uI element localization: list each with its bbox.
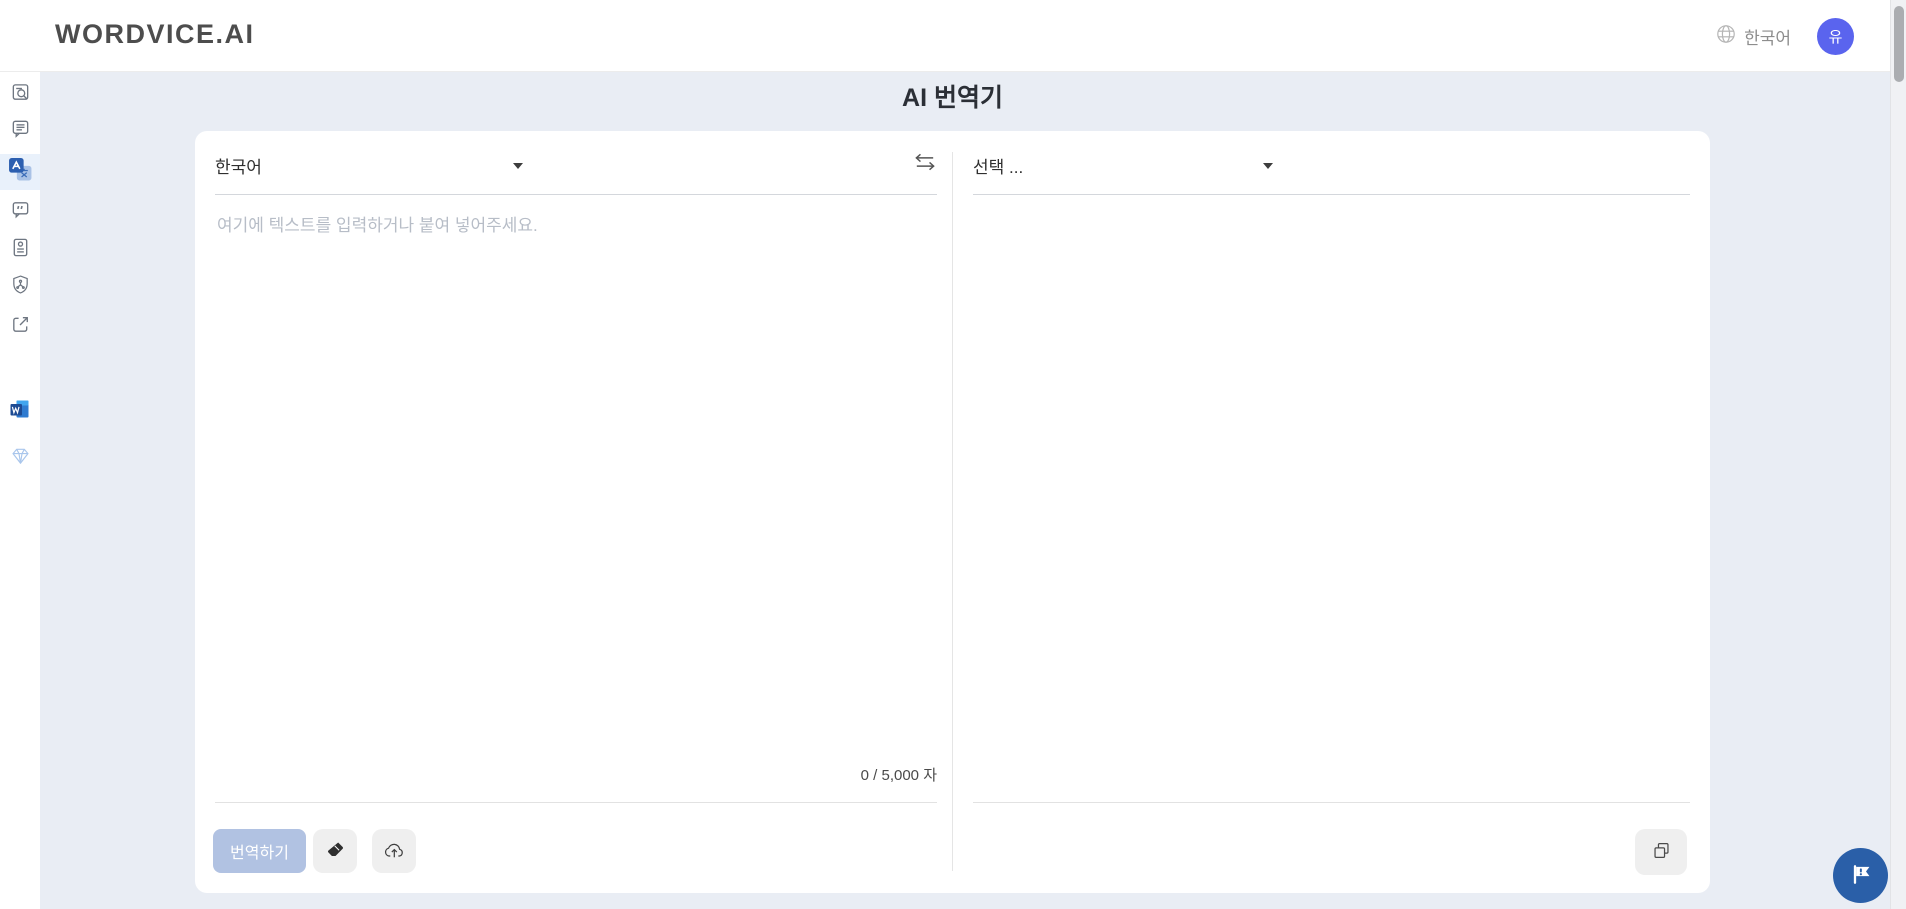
target-language-value: 선택 ... xyxy=(973,157,1024,177)
avatar-initial: 유 xyxy=(1828,28,1843,46)
copy-icon xyxy=(1652,841,1671,863)
document-search-icon xyxy=(10,82,31,108)
sidebar-item-document-profile[interactable] xyxy=(0,232,40,268)
flag-exclamation-icon xyxy=(1847,861,1874,891)
sidebar-item-ms-word[interactable] xyxy=(0,393,40,429)
source-language-value: 한국어 xyxy=(215,157,262,177)
sidebar-item-external-link[interactable] xyxy=(0,309,40,345)
scrollbar-track[interactable] xyxy=(1890,0,1906,909)
wordvice-logo[interactable]: WORDVICE.AI xyxy=(55,19,255,50)
translate-button[interactable]: 번역하기 xyxy=(213,829,306,873)
eraser-icon xyxy=(326,840,345,862)
translator-card: 한국어 선택 ... 0 / 5,000 자 번역하기 xyxy=(195,131,1710,893)
sidebar-item-chat-lines[interactable] xyxy=(0,113,40,149)
feedback-button[interactable] xyxy=(1833,848,1888,903)
ms-word-icon xyxy=(9,398,31,425)
char-counter: 0 / 5,000 자 xyxy=(860,767,937,784)
shield-icon xyxy=(10,274,31,300)
clear-text-button[interactable] xyxy=(313,829,357,873)
swap-languages-button[interactable] xyxy=(909,150,941,178)
user-avatar[interactable]: 유 xyxy=(1817,17,1854,55)
source-language-select[interactable]: 한국어 xyxy=(215,147,523,183)
swap-arrows-icon xyxy=(913,152,937,177)
external-link-icon xyxy=(10,314,31,340)
ui-language-selector[interactable]: 한국어 xyxy=(1716,24,1791,49)
ui-language-label: 한국어 xyxy=(1744,28,1791,48)
top-header: WORDVICE.AI 한국어 유 xyxy=(0,0,1906,72)
sidebar-item-shield[interactable] xyxy=(0,269,40,305)
source-bottom-line xyxy=(215,802,937,803)
source-text-input[interactable] xyxy=(215,207,937,757)
source-select-underline xyxy=(215,194,937,195)
upload-file-button[interactable] xyxy=(372,829,416,873)
target-select-underline xyxy=(973,194,1690,195)
chevron-down-icon xyxy=(513,163,523,169)
target-language-select[interactable]: 선택 ... xyxy=(973,147,1273,183)
globe-icon xyxy=(1716,24,1736,49)
sidebar-item-document-search[interactable] xyxy=(0,77,40,113)
target-bottom-line xyxy=(973,802,1690,803)
panel-divider xyxy=(952,152,953,871)
document-profile-icon xyxy=(10,237,31,263)
chevron-down-icon xyxy=(1263,163,1273,169)
page-title: AI 번역기 xyxy=(902,84,1003,112)
quote-bubble-icon xyxy=(10,199,31,225)
translate-icon xyxy=(8,157,33,187)
scrollbar-thumb[interactable] xyxy=(1894,6,1904,82)
sidebar-item-diamond[interactable] xyxy=(0,440,40,476)
copy-output-button[interactable] xyxy=(1635,829,1687,875)
chat-lines-icon xyxy=(10,118,31,144)
diamond-icon xyxy=(10,445,31,471)
left-sidebar xyxy=(0,72,40,909)
translation-output xyxy=(973,207,1673,757)
header-actions: 한국어 유 xyxy=(1716,0,1854,72)
cloud-upload-icon xyxy=(383,840,406,863)
sidebar-item-quote-bubble[interactable] xyxy=(0,194,40,230)
sidebar-item-translator[interactable] xyxy=(0,154,40,190)
